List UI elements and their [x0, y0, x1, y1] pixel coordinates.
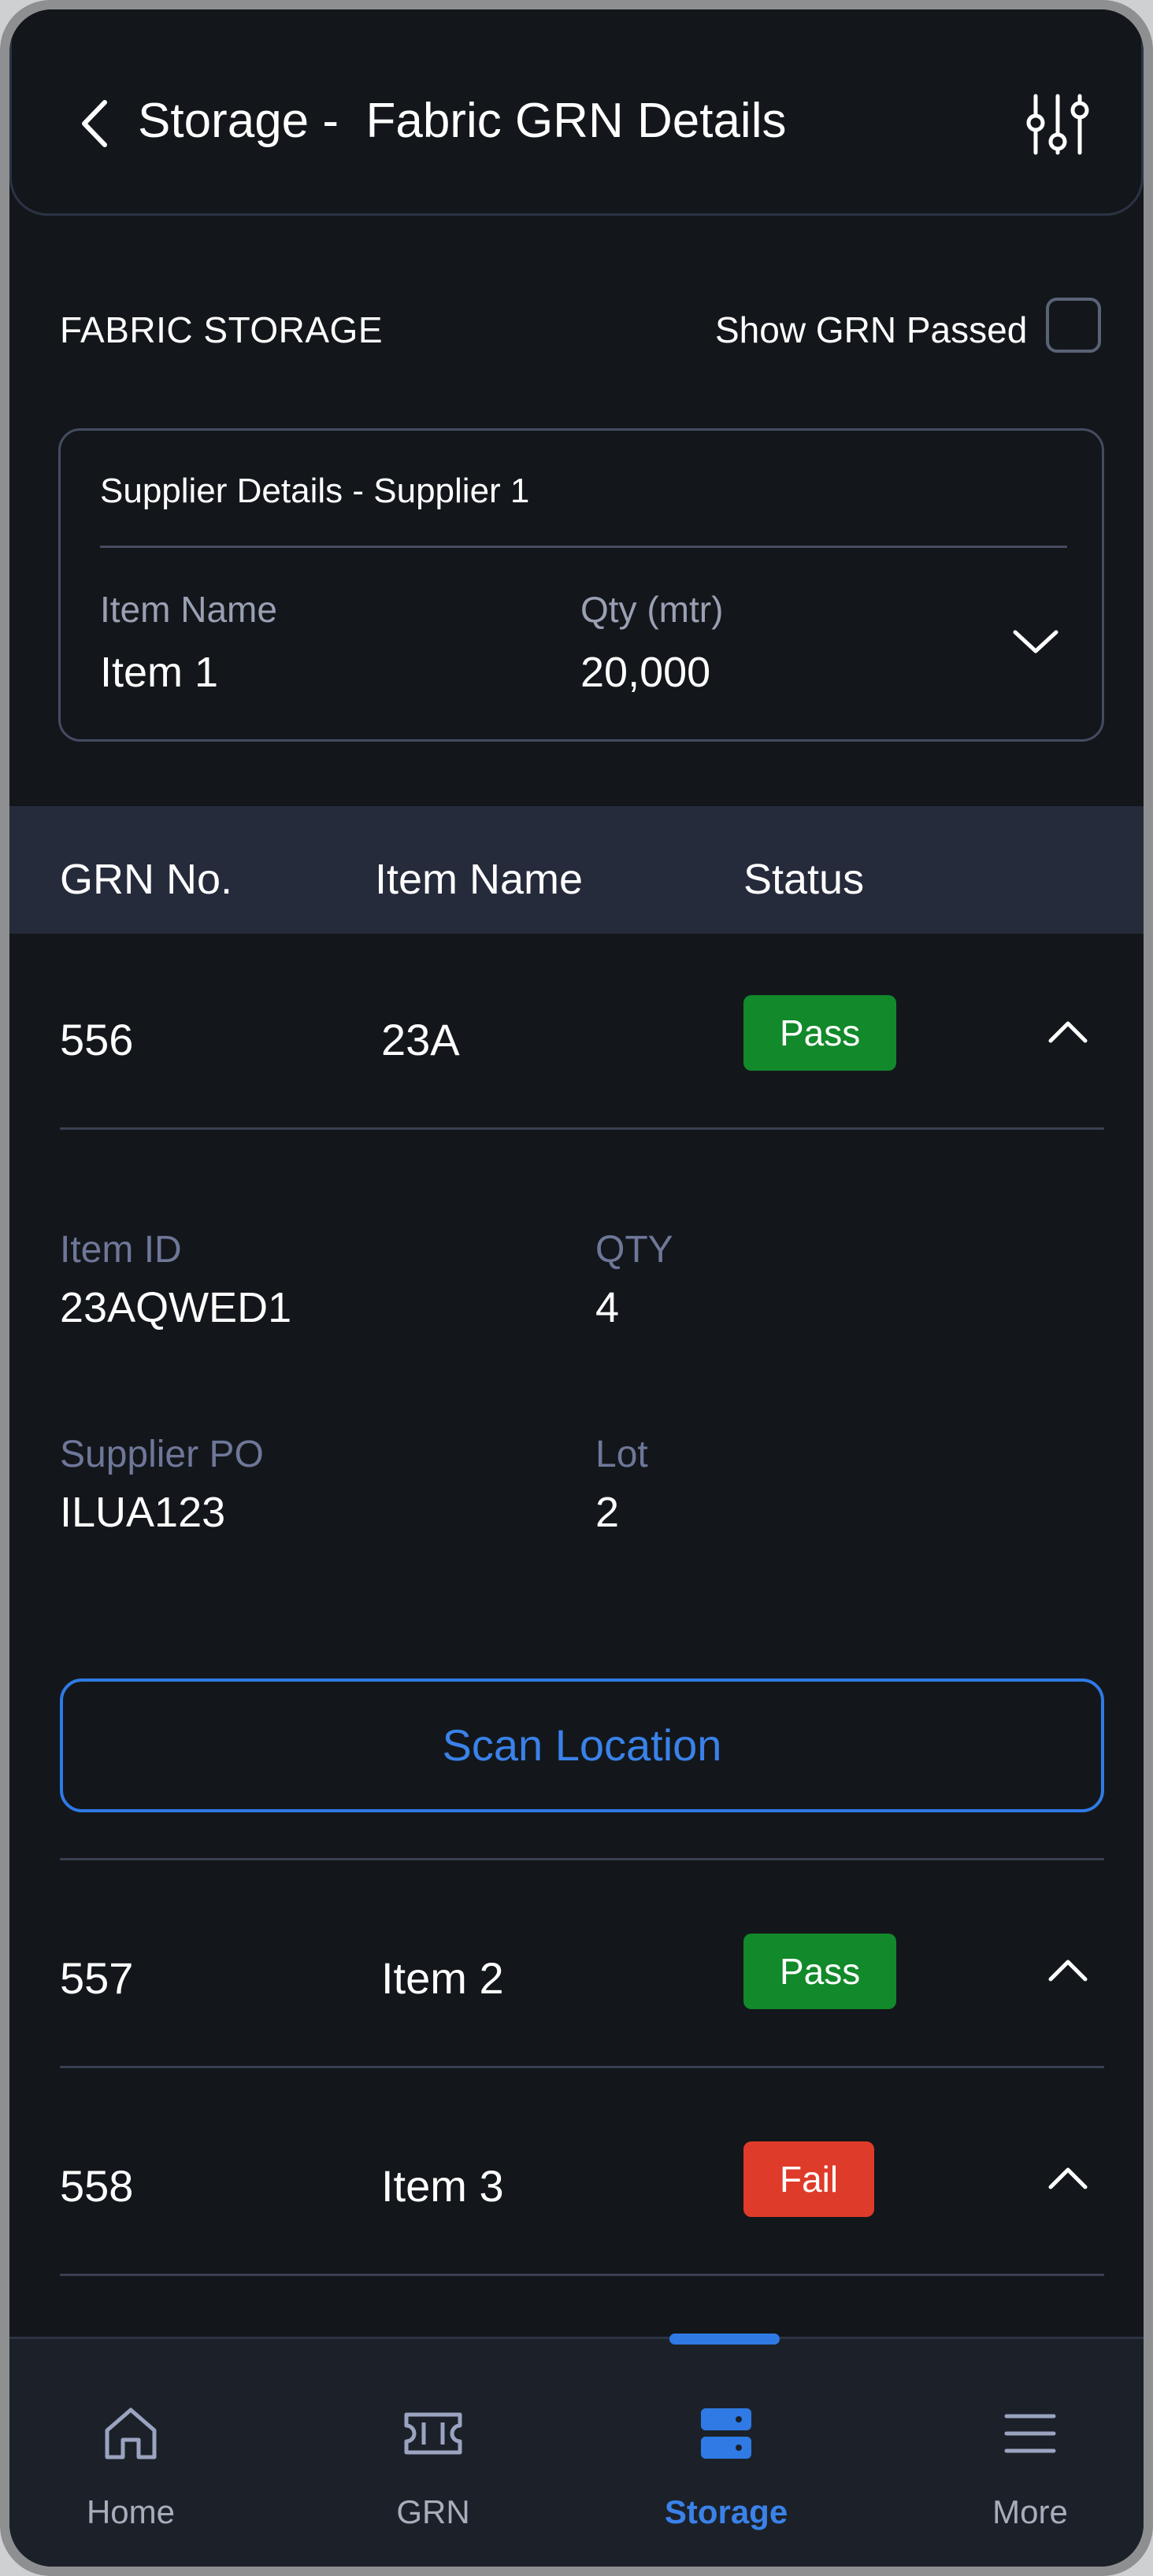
item-name: Item 3 [381, 2161, 504, 2211]
status-badge: Pass [743, 1934, 897, 2009]
table-row[interactable]: 557 Item 2 Pass [9, 1926, 1144, 2028]
nav-label-storage: Storage [664, 2493, 788, 2530]
supplier-item-value: Item 1 [100, 649, 219, 696]
home-icon [105, 2408, 157, 2459]
bottom-navigation: Home GRN Storage More [9, 2337, 1144, 2567]
lot-value: 2 [595, 1489, 620, 1536]
row-divider [60, 1127, 1104, 1130]
chevron-up-icon[interactable] [1046, 1017, 1090, 1046]
nav-item-storage[interactable]: Storage [608, 2339, 844, 2544]
show-grn-passed-label: Show GRN Passed [715, 309, 1028, 350]
grn-number: 556 [60, 1015, 134, 1064]
supplier-divider [100, 546, 1067, 548]
section-label: FABRIC STORAGE [60, 309, 384, 350]
menu-icon [1004, 2414, 1056, 2453]
supplier-qty-value: 20,000 [580, 649, 711, 696]
table-header: GRN No. Item Name Status [9, 806, 1144, 934]
app-header: Storage - Fabric GRN Details [9, 9, 1144, 216]
filter-sliders-icon[interactable] [1025, 91, 1091, 157]
item-name: Item 2 [381, 1953, 504, 2003]
nav-label-home: Home [86, 2493, 176, 2530]
nav-label-grn: GRN [396, 2493, 470, 2530]
chevron-down-icon[interactable] [1010, 626, 1061, 657]
table-row[interactable]: 558 Item 3 Fail [9, 2134, 1144, 2236]
item-id-value: 23AQWED1 [60, 1284, 292, 1331]
chevron-up-icon[interactable] [1046, 1956, 1090, 1984]
qty-label: QTY [595, 1229, 673, 1271]
app-screen: Storage - Fabric GRN Details FABRIC STOR… [9, 9, 1144, 2567]
grn-number: 558 [60, 2161, 134, 2211]
status-badge: Pass [743, 995, 897, 1071]
nav-item-home[interactable]: Home [13, 2339, 249, 2544]
supplier-qty-label: Qty (mtr) [580, 589, 724, 630]
show-grn-passed-checkbox[interactable] [1046, 298, 1101, 353]
supplier-po-label: Supplier PO [60, 1434, 264, 1475]
table-row[interactable]: 556 23A Pass [9, 987, 1144, 1090]
column-header-item-name: Item Name [375, 856, 584, 903]
qty-value: 4 [595, 1284, 620, 1331]
supplier-po-value: ILUA123 [60, 1489, 226, 1536]
active-tab-indicator [669, 2334, 780, 2345]
supplier-title: Supplier Details - Supplier 1 [100, 472, 530, 510]
column-header-status: Status [743, 856, 865, 903]
item-name: 23A [381, 1015, 460, 1064]
device-frame: Storage - Fabric GRN Details FABRIC STOR… [0, 0, 1153, 2576]
nav-label-more: More [992, 2493, 1068, 2530]
status-badge: Fail [743, 2141, 875, 2217]
chevron-up-icon[interactable] [1046, 2163, 1090, 2192]
page-title: Storage - Fabric GRN Details [138, 94, 787, 148]
supplier-item-label: Item Name [100, 589, 277, 630]
ticket-icon [404, 2412, 462, 2455]
nav-item-grn[interactable]: GRN [315, 2339, 551, 2544]
back-arrow-icon[interactable] [75, 98, 114, 150]
item-id-label: Item ID [60, 1229, 182, 1271]
scan-location-button[interactable]: Scan Location [60, 1678, 1104, 1812]
grn-number: 557 [60, 1953, 134, 2003]
nav-item-more[interactable]: More [912, 2339, 1144, 2544]
supplier-details-card[interactable]: Supplier Details - Supplier 1 Item Name … [58, 428, 1104, 742]
row-divider [60, 2066, 1104, 2068]
column-header-grn: GRN No. [60, 856, 233, 903]
row-divider [60, 1858, 1104, 1860]
storage-icon [701, 2408, 751, 2459]
row-divider [60, 2274, 1104, 2276]
lot-label: Lot [595, 1434, 648, 1475]
